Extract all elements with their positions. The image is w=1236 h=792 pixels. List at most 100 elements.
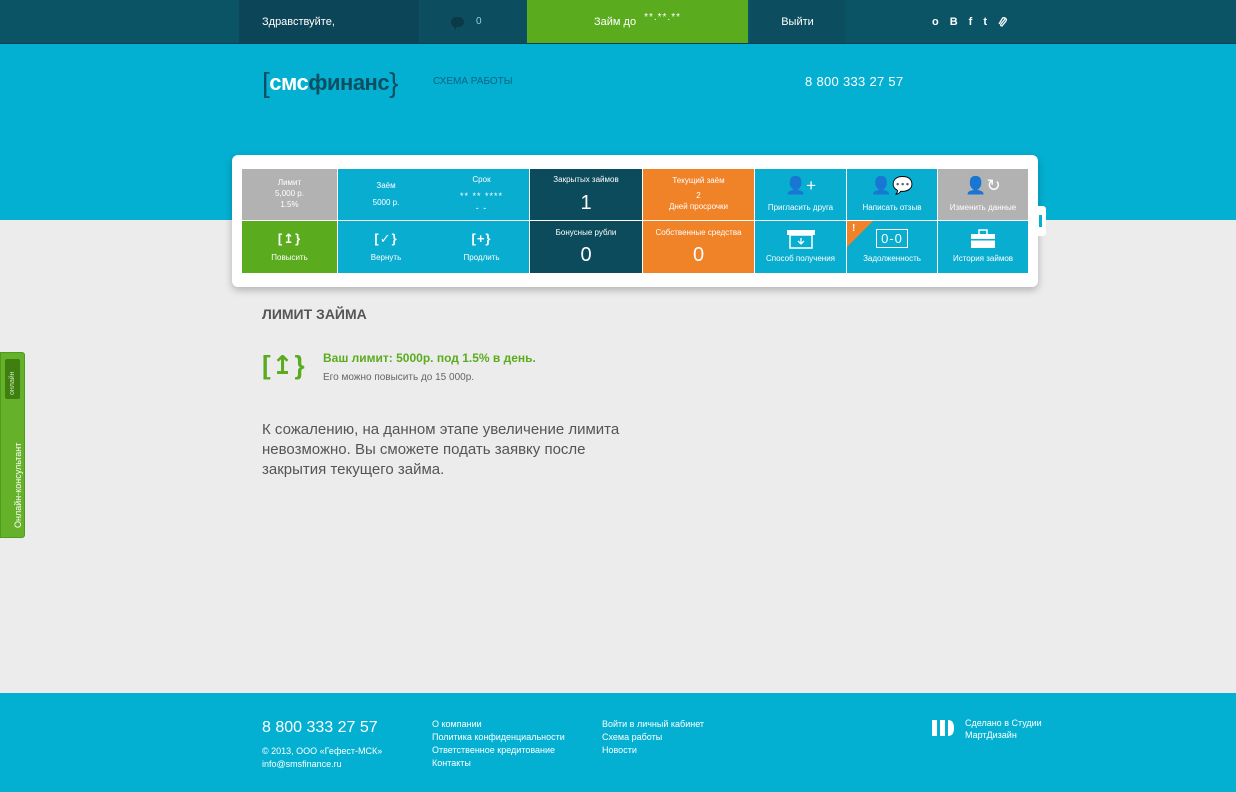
bonus-value: 0 — [580, 244, 592, 267]
raise-limit-tile[interactable]: [↥} Повысить — [242, 221, 337, 273]
term-label: Срок — [472, 174, 491, 184]
term-value: ** ** **** — [459, 190, 504, 201]
loan-history-tile[interactable]: История займов — [938, 221, 1028, 273]
debt-label: Задолженность — [863, 254, 921, 264]
online-consultant-label: Онлайн-консультант — [13, 442, 23, 528]
footer-email[interactable]: info@smsfinance.ru — [262, 759, 342, 769]
limit-note: Его можно повысить до 15 000р. — [323, 372, 475, 383]
footer-phone: 8 800 333 27 57 — [262, 719, 378, 736]
loan-due-button[interactable]: Займ до **.**.** — [527, 0, 748, 43]
return-tile[interactable]: [✓} Вернуть — [338, 221, 434, 273]
alert-flag — [847, 221, 873, 247]
logo-bracket-open: [ — [262, 67, 270, 98]
limit-amount: 5,000 р. — [275, 189, 304, 199]
overdue-label: Дней просрочки — [668, 201, 729, 211]
debt-tile[interactable]: ! 0-0 Задолженность — [847, 221, 937, 273]
twitter-icon[interactable]: t — [983, 16, 987, 28]
online-consultant-tab[interactable]: онлайн Онлайн-консультант — [0, 352, 25, 538]
limit-line: Ваш лимит: 5000р. под 1.5% в день. — [323, 351, 536, 365]
briefcase-icon — [971, 229, 995, 249]
add-user-icon: 👤+ — [784, 176, 817, 196]
logout-button[interactable]: Выйти — [750, 0, 845, 43]
loan-history-label: История займов — [952, 254, 1014, 264]
greeting: Здравствуйте, — [239, 0, 419, 43]
loan-label: Заём — [376, 180, 396, 190]
extend-tile[interactable]: [+} Продлить — [434, 221, 529, 273]
write-review-tile[interactable]: 👤💬 Написать отзыв — [847, 169, 937, 220]
scheme-link[interactable]: СХЕМА РАБОТЫ — [433, 76, 513, 87]
bonus-label: Бонусные рубли — [555, 227, 617, 237]
footer-links-1: О компании Политика конфиденциальности О… — [432, 718, 565, 770]
site-logo[interactable]: [ смс финанс } — [262, 67, 398, 98]
top-bar: Здравствуйте, 0 Займ до **.**.** Выйти о… — [0, 0, 1236, 44]
limit-up-icon: [↥} — [262, 350, 306, 380]
footer-link-contacts[interactable]: Контакты — [432, 757, 565, 770]
closed-loans-tile[interactable]: Закрытых займов 1 — [530, 169, 642, 220]
raise-icon: [↥} — [277, 230, 302, 246]
messages-button[interactable]: 0 — [420, 0, 526, 43]
plus-icon: [+} — [471, 230, 492, 246]
studio-logo-icon[interactable] — [931, 718, 955, 738]
odnoklassniki-icon[interactable]: о — [932, 16, 939, 28]
term-tile[interactable]: Срок ** ** **** - - — [434, 169, 529, 220]
footer-link-responsible[interactable]: Ответственное кредитование — [432, 744, 565, 757]
social-links: о В f t — [846, 0, 1026, 43]
footer-link-login[interactable]: Войти в личный кабинет — [602, 718, 704, 731]
closed-loans-label: Закрытых займов — [553, 175, 619, 185]
loan-tile[interactable]: Заём 5000 р. — [338, 169, 434, 220]
limit-tile[interactable]: Лимит 5,000 р. 1.5% — [242, 169, 337, 220]
panel-side-handle[interactable] — [1038, 206, 1046, 236]
paperclip-icon[interactable] — [998, 16, 1008, 28]
footer-links-2: Войти в личный кабинет Схема работы Ново… — [602, 718, 704, 757]
studio-line-1: Сделано в Студии — [965, 718, 1042, 728]
receive-method-tile[interactable]: Способ получения — [755, 221, 846, 273]
return-label: Вернуть — [370, 253, 402, 263]
write-review-label: Написать отзыв — [862, 203, 922, 213]
term-sub: - - — [475, 202, 488, 213]
online-status-text: онлайн — [9, 371, 16, 395]
footer-link-scheme[interactable]: Схема работы — [602, 731, 704, 744]
logo-bracket-close: } — [389, 67, 398, 98]
own-funds-value: 0 — [692, 244, 705, 267]
greeting-text: Здравствуйте, — [262, 15, 335, 28]
own-funds-tile[interactable]: Собственные средства 0 — [643, 221, 754, 273]
footer-copyright: © 2013, ООО «Гефест-МСК» — [262, 746, 383, 756]
footer-link-privacy[interactable]: Политика конфиденциальности — [432, 731, 565, 744]
user-refresh-icon: 👤↻ — [965, 176, 1001, 196]
bonus-rubles-tile[interactable]: Бонусные рубли 0 — [530, 221, 642, 273]
receive-method-label: Способ получения — [765, 254, 835, 264]
extend-label: Продлить — [463, 253, 500, 263]
studio-credit[interactable]: Сделано в Студии МартДизайн — [965, 717, 1042, 741]
loan-due-date: **.**.** — [644, 12, 681, 23]
messages-count: 0 — [476, 16, 482, 27]
loan-amount: 5000 р. — [372, 197, 400, 207]
footer-link-about[interactable]: О компании — [432, 718, 565, 731]
footer-link-news[interactable]: Новости — [602, 744, 704, 757]
current-loan-label: Текущий заём — [672, 176, 725, 186]
message-bubble-icon — [451, 16, 464, 30]
alert-icon: ! — [852, 223, 856, 234]
header-phone: 8 800 333 27 57 — [805, 74, 904, 89]
user-comment-icon: 👤💬 — [870, 176, 914, 196]
edit-data-tile[interactable]: 👤↻ Изменить данные — [938, 169, 1028, 220]
limit-rate: 1.5% — [280, 199, 299, 209]
loan-due-label: Займ до — [594, 15, 637, 28]
invite-friend-tile[interactable]: 👤+ Пригласить друга — [755, 169, 846, 220]
raise-label: Повысить — [271, 253, 308, 263]
scoreboard-icon: 0-0 — [876, 228, 908, 249]
edit-data-label: Изменить данные — [949, 203, 1017, 213]
logo-finance: финанс — [308, 70, 390, 95]
closed-loans-value: 1 — [580, 191, 592, 214]
limit-message: К сожалению, на данном этапе увеличение … — [262, 421, 620, 478]
studio-line-2: МартДизайн — [965, 730, 1017, 740]
own-funds-label: Собственные средства — [655, 227, 742, 237]
vkontakte-icon[interactable]: В — [950, 16, 958, 28]
check-icon: [✓} — [374, 230, 398, 246]
overdue-days: 2 — [696, 191, 701, 201]
page-title: ЛИМИТ ЗАЙМА — [262, 306, 367, 322]
atm-icon — [786, 230, 815, 249]
logout-label: Выйти — [781, 15, 814, 28]
current-loan-tile[interactable]: Текущий заём 2 Дней просрочки — [643, 169, 754, 220]
facebook-icon[interactable]: f — [969, 16, 973, 28]
limit-label: Лимит — [277, 178, 302, 188]
